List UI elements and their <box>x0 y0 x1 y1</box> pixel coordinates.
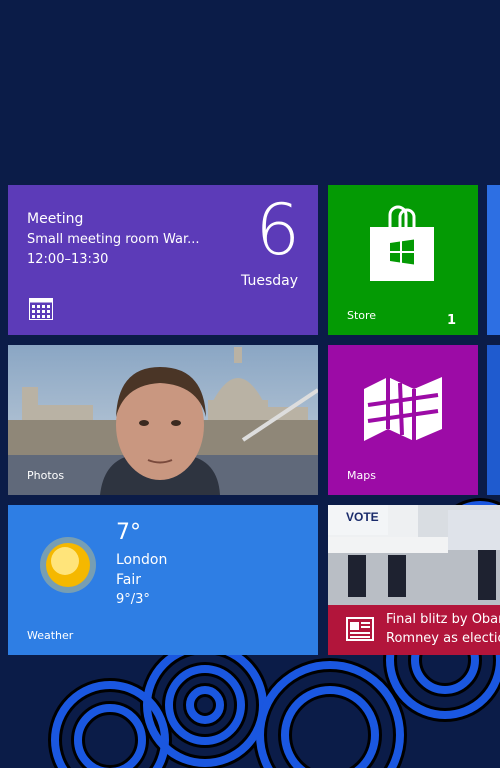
store-update-badge: 1 <box>446 313 456 328</box>
news-tile[interactable]: VOTE Final blitz by Obam Romney as elect… <box>328 505 500 655</box>
weather-tile[interactable]: 7° London Fair 9°/3° Weather <box>8 505 318 655</box>
calendar-event-location: Small meeting room War... <box>27 232 200 247</box>
news-headline-bar: Final blitz by Obam Romney as election <box>328 605 500 655</box>
weather-high-low: 9°/3° <box>116 592 150 607</box>
calendar-tile[interactable]: Meeting Small meeting room War... 12:00–… <box>8 185 318 335</box>
calendar-weekday: Tuesday <box>241 273 298 289</box>
maps-tile-label: Maps <box>347 469 376 482</box>
sun-icon <box>40 537 96 593</box>
store-tile[interactable]: Store 1 <box>328 185 478 335</box>
maps-tile[interactable]: Maps <box>328 345 478 495</box>
news-headline-line2: Romney as election <box>386 631 500 646</box>
weather-condition: Fair <box>116 572 141 588</box>
store-tile-label: Store <box>347 309 377 322</box>
photos-tile[interactable]: Photos <box>8 345 318 495</box>
news-headline-line1: Final blitz by Obam <box>386 612 500 627</box>
map-icon <box>364 377 442 441</box>
calendar-icon <box>29 298 53 320</box>
calendar-event-time: 12:00–13:30 <box>27 252 109 267</box>
weather-city: London <box>116 552 168 568</box>
weather-tile-label: Weather <box>27 629 74 642</box>
newspaper-icon <box>346 617 374 641</box>
photos-tile-label: Photos <box>27 469 65 482</box>
calendar-day-number: 6 <box>255 189 300 271</box>
news-image-sign: VOTE <box>346 510 379 524</box>
partial-tile-right-middle[interactable] <box>487 345 500 495</box>
news-image: VOTE <box>328 505 500 605</box>
start-screen: Meeting Small meeting room War... 12:00–… <box>0 0 500 768</box>
shopping-bag-icon <box>370 205 434 281</box>
calendar-event-title: Meeting <box>27 211 84 227</box>
partial-tile-right-top[interactable] <box>487 185 500 335</box>
weather-temperature: 7° <box>116 520 141 545</box>
